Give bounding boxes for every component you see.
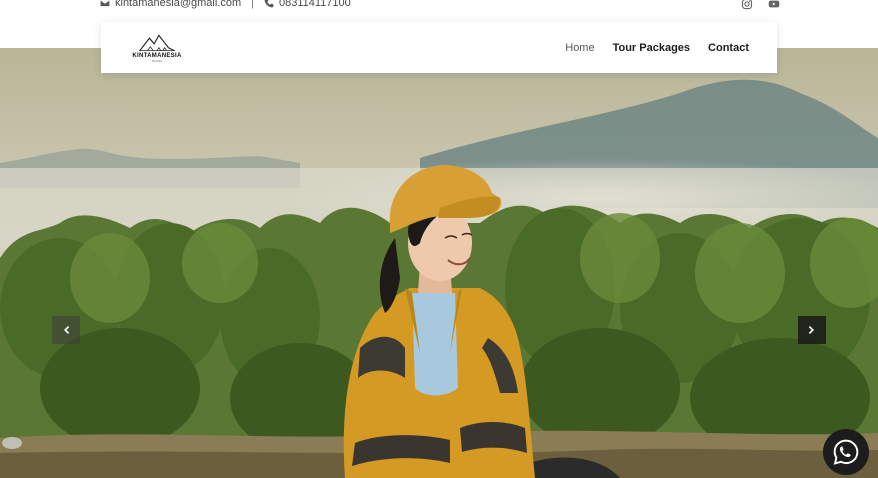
hero-carousel — [0, 48, 878, 478]
phone-text: 083114117100 — [278, 0, 351, 9]
chevron-left-icon — [64, 326, 70, 334]
chevron-right-icon — [808, 326, 814, 334]
nav-item-home[interactable]: Home — [565, 42, 594, 54]
email-text: kintamanesia@gmail.com — [115, 0, 242, 9]
envelope-icon — [100, 0, 110, 7]
youtube-icon[interactable] — [768, 0, 780, 15]
nav-item-contact[interactable]: Contact — [708, 42, 749, 54]
mountain-logo-icon — [138, 34, 176, 52]
phone-icon — [264, 0, 274, 8]
nav-item-tour-packages[interactable]: Tour Packages — [613, 42, 690, 54]
brand-tagline: TRAVEL — [151, 59, 163, 63]
nav-menu: Home Tour Packages Contact — [565, 22, 749, 73]
hero-slide-image — [0, 48, 878, 478]
email-contact[interactable]: kintamanesia@gmail.com — [100, 0, 241, 9]
social-links — [741, 0, 780, 15]
whatsapp-icon — [833, 439, 859, 465]
carousel-next-button[interactable] — [798, 316, 826, 344]
main-navbar: KINTAMANESIA TRAVEL Home Tour Packages C… — [101, 22, 777, 73]
contact-separator: | — [251, 0, 254, 9]
instagram-icon[interactable] — [741, 0, 753, 15]
carousel-prev-button[interactable] — [52, 316, 80, 344]
brand-logo[interactable]: KINTAMANESIA TRAVEL — [131, 32, 183, 64]
phone-contact[interactable]: 083114117100 — [264, 0, 351, 9]
contact-info: kintamanesia@gmail.com | 083114117100 — [100, 0, 351, 9]
whatsapp-button[interactable] — [823, 429, 869, 475]
